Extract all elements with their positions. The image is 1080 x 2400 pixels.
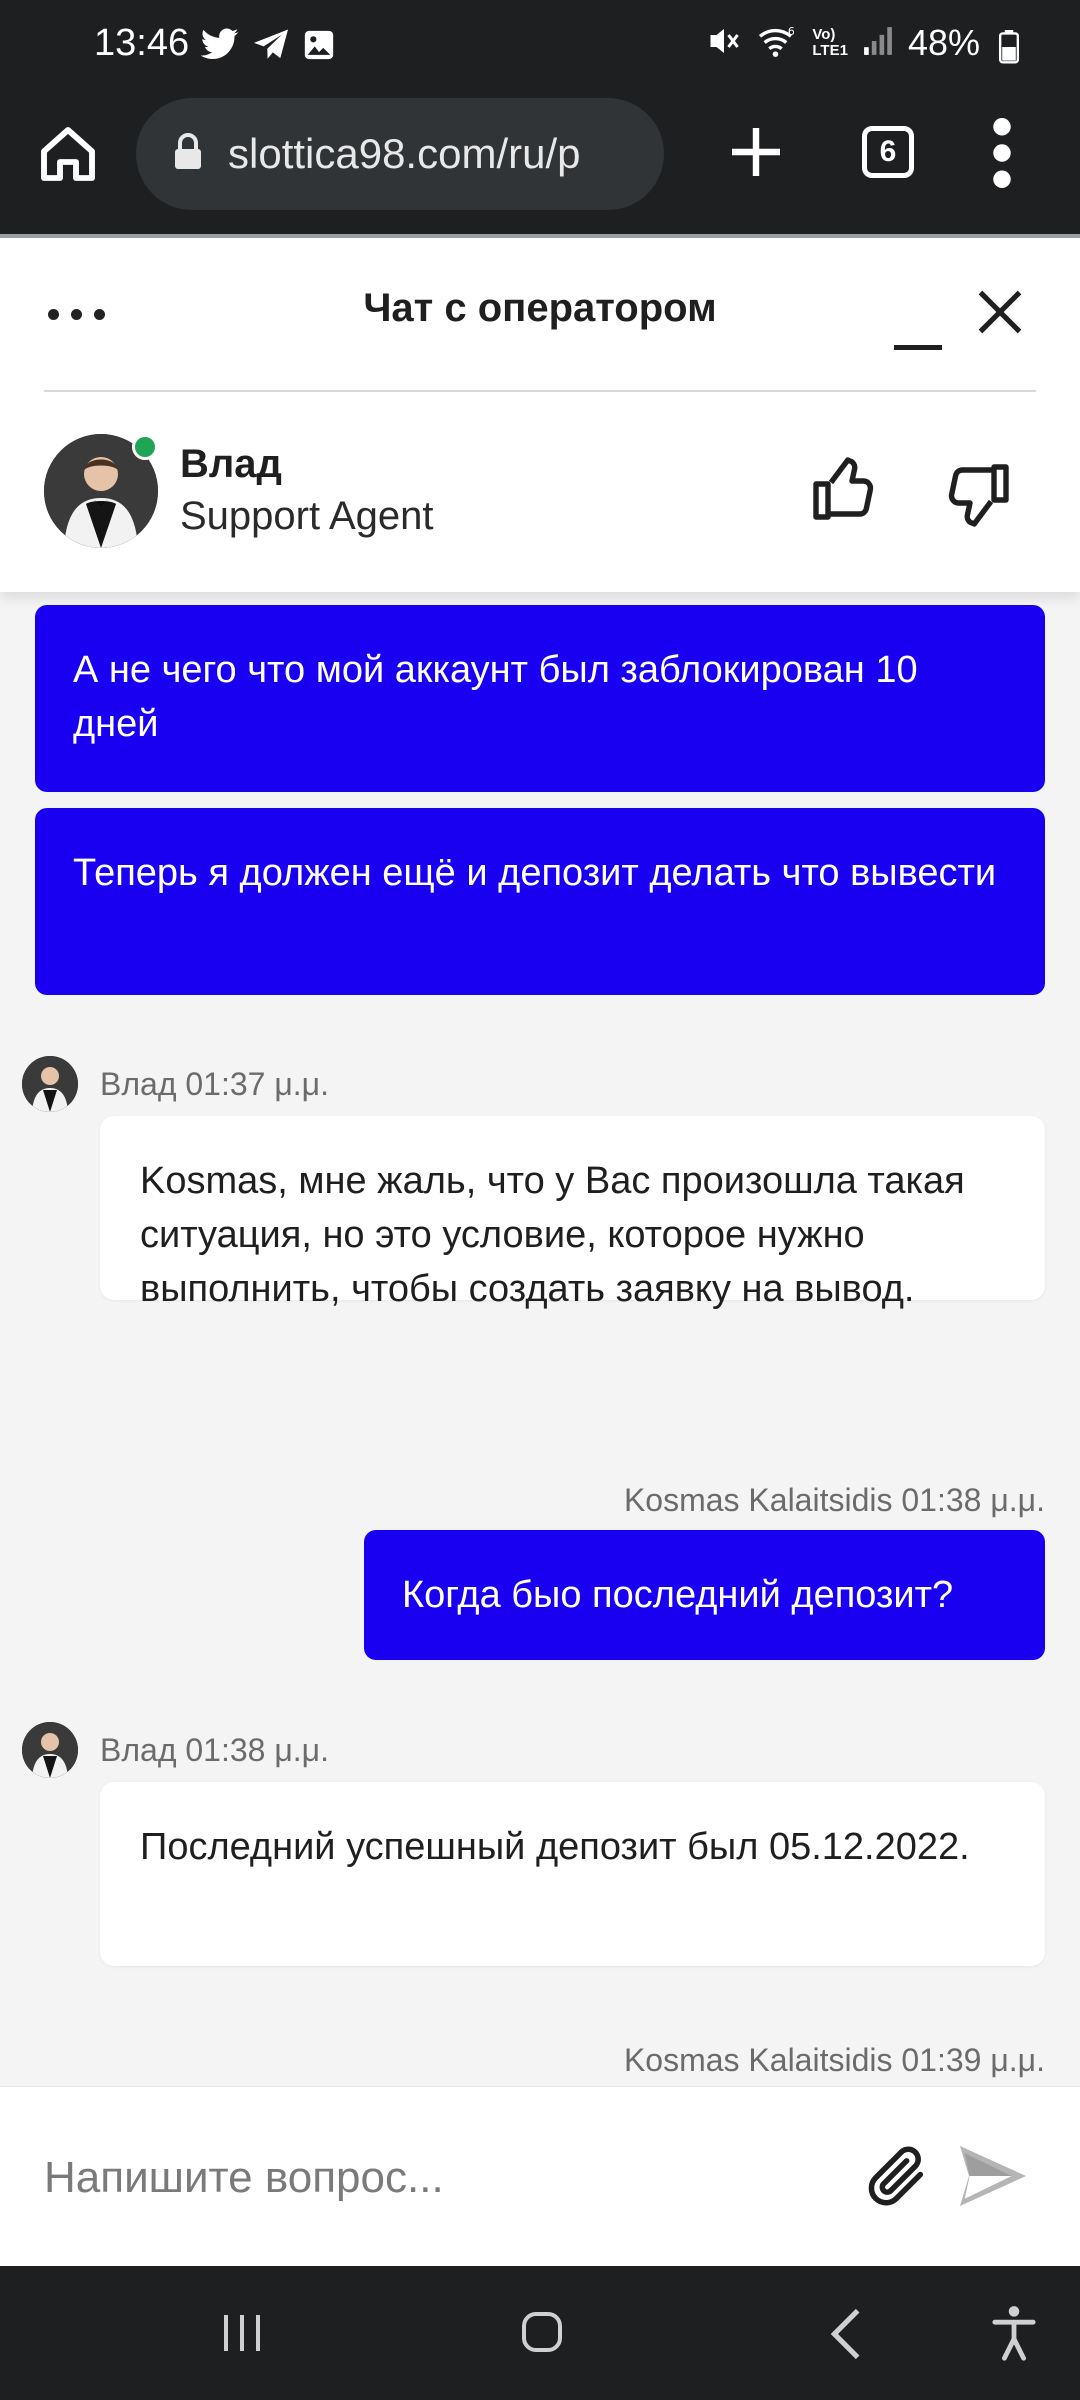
thumbs-up-button[interactable] (810, 454, 882, 526)
chat-messages[interactable]: А не чего что мой аккаунт был заблокиров… (0, 592, 1080, 2086)
send-icon (960, 2146, 1026, 2206)
agent-name: Влад (180, 442, 282, 486)
volte-icon: Vo) LTE1 (812, 26, 848, 59)
home-nav-icon (522, 2312, 562, 2352)
paperclip-icon (868, 2146, 924, 2206)
recent-apps-button[interactable] (218, 2310, 266, 2356)
recent-apps-icon (224, 2315, 260, 2351)
back-icon (830, 2308, 860, 2360)
online-status-dot (132, 434, 158, 460)
message-meta: Kosmas Kalaitsidis 01:38 μ.μ. (623, 1482, 1045, 1518)
wifi-6-icon: 6 (756, 24, 798, 63)
thumbs-down-icon (948, 464, 1009, 527)
plus-icon (732, 128, 780, 176)
home-nav-button[interactable] (518, 2308, 566, 2356)
home-icon (41, 127, 95, 181)
battery-icon (998, 30, 1020, 69)
status-time: 13:46 (94, 22, 190, 64)
agent-role: Support Agent (180, 494, 434, 538)
chat-header: Чат с оператором Влад Support Agent (0, 238, 1080, 592)
url-text: slottica98.com/ru/p (228, 130, 581, 177)
minimize-button[interactable] (890, 310, 944, 350)
close-icon (978, 290, 1022, 334)
back-button[interactable] (826, 2306, 866, 2362)
svg-text:6: 6 (788, 24, 795, 37)
more-vertical-icon (993, 118, 1011, 188)
status-bar: 13:46 6 Vo) LTE1 48% (0, 0, 1080, 92)
accessibility-icon (992, 2306, 1036, 2361)
gallery-icon (302, 28, 336, 67)
thumbs-up-icon (813, 457, 874, 520)
tab-switcher-button[interactable]: 6 (862, 126, 914, 178)
battery-percent: 48% (907, 22, 980, 63)
header-divider (44, 390, 1036, 392)
user-message: Теперь я должен ещё и депозит делать что… (35, 808, 1045, 995)
close-button[interactable] (974, 286, 1026, 338)
signal-icon (862, 24, 894, 63)
browser-toolbar: slottica98.com/ru/p 6 (0, 92, 1080, 234)
send-button[interactable] (956, 2143, 1030, 2209)
attach-button[interactable] (862, 2141, 932, 2211)
mute-icon (706, 24, 742, 63)
message-meta: Влад 01:38 μ.μ. (100, 1732, 329, 1768)
message-input[interactable] (44, 2143, 824, 2213)
system-nav-bar (0, 2266, 1080, 2400)
telegram-icon (252, 28, 290, 67)
message-meta: Влад 01:37 μ.μ. (100, 1066, 329, 1102)
new-tab-button[interactable] (724, 120, 788, 184)
agent-small-avatar (22, 1722, 78, 1778)
lock-icon (174, 132, 202, 176)
browser-menu-button[interactable] (990, 118, 1014, 188)
agent-message: Kosmas, мне жаль, что у Вас произошла та… (100, 1116, 1045, 1310)
agent-message: Последний успешный депозит был 05.12.202… (100, 1782, 1045, 1966)
message-meta: Kosmas Kalaitsidis 01:39 μ.μ. (623, 2042, 1045, 2078)
user-message: А не чего что мой аккаунт был заблокиров… (35, 605, 1045, 792)
accessibility-button[interactable] (990, 2304, 1038, 2362)
twitter-icon (200, 28, 240, 67)
agent-small-avatar (22, 1056, 78, 1112)
thumbs-down-button[interactable] (940, 458, 1012, 530)
message-composer (0, 2086, 1080, 2266)
home-button[interactable] (36, 122, 100, 186)
address-bar[interactable]: slottica98.com/ru/p (136, 98, 664, 210)
user-message: Когда быо последний депозит? (364, 1530, 1045, 1660)
